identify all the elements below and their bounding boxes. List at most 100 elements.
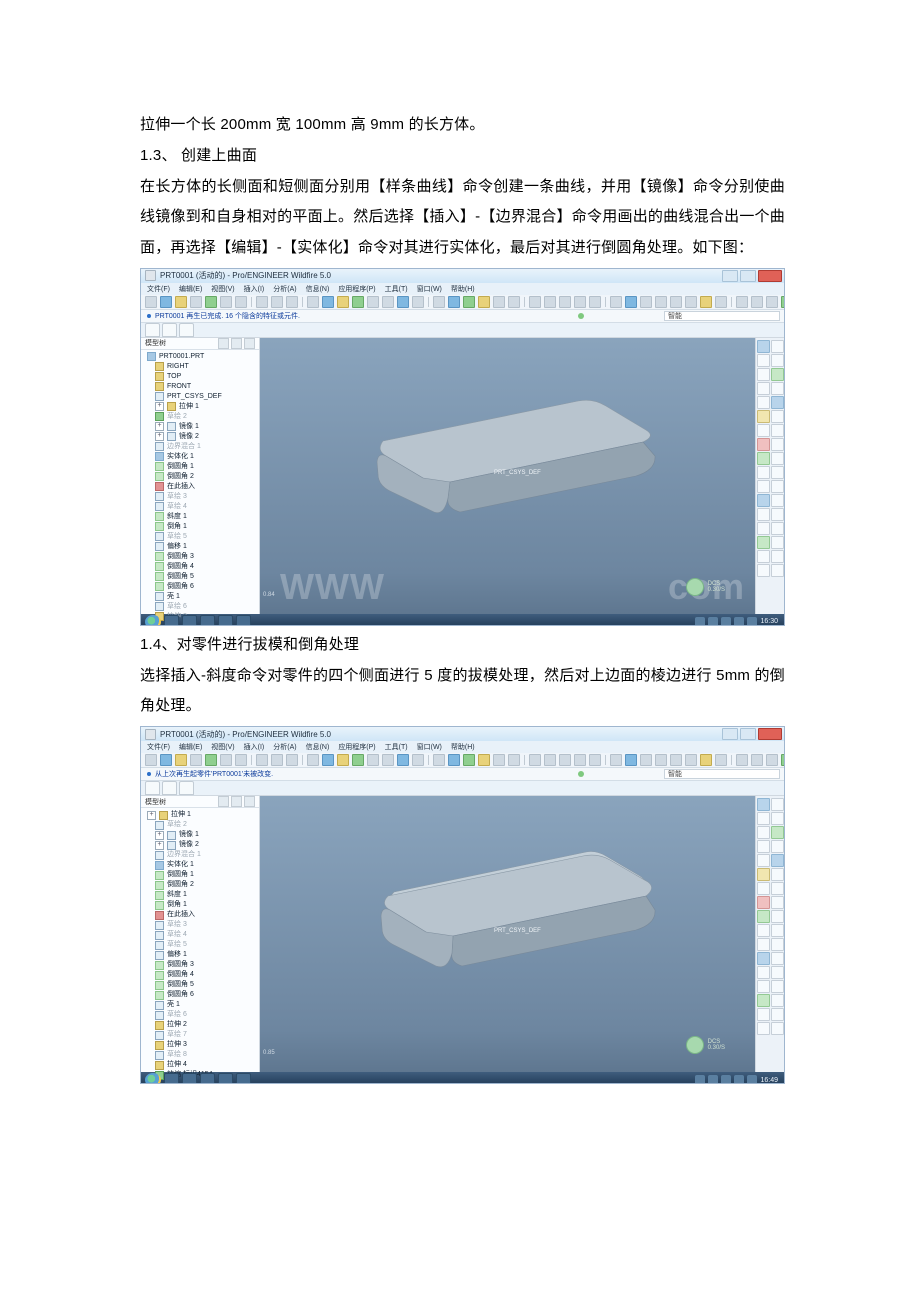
feature-tool-icon[interactable] [757, 354, 770, 367]
toolbar-icon[interactable] [235, 296, 247, 308]
tree-node[interactable]: TOP [147, 372, 257, 382]
tree-node[interactable]: 倒角 1 [147, 522, 257, 532]
expand-icon[interactable]: + [155, 432, 164, 441]
tree-node[interactable]: 实体化 1 [147, 452, 257, 462]
toolbar-icon[interactable] [337, 754, 349, 766]
panel-tab[interactable] [162, 781, 177, 795]
tree-node[interactable]: 倒圆角 3 [147, 552, 257, 562]
feature-tool-icon[interactable] [771, 354, 784, 367]
tree-node[interactable]: 在此插入 [147, 910, 257, 920]
tree-node[interactable]: 偏移 1 [147, 542, 257, 552]
tree-node[interactable]: 倒圆角 5 [147, 572, 257, 582]
panel-tab[interactable] [179, 781, 194, 795]
menu-item[interactable]: 分析(A) [273, 742, 296, 752]
toolbar-icon[interactable] [670, 296, 682, 308]
feature-tool-icon[interactable] [757, 396, 770, 409]
tree-node[interactable]: 倒圆角 4 [147, 970, 257, 980]
menu-item[interactable]: 工具(T) [385, 742, 408, 752]
toolbar-icon[interactable] [781, 754, 785, 766]
toolbar-icon[interactable] [670, 754, 682, 766]
toolbar-icon[interactable] [433, 296, 445, 308]
tree-header-icon[interactable] [231, 338, 242, 349]
menu-item[interactable]: 文件(F) [147, 742, 170, 752]
feature-tool-icon[interactable] [757, 480, 770, 493]
tree-header-icon[interactable] [218, 796, 229, 807]
menu-item[interactable]: 信息(N) [306, 284, 330, 294]
selection-filter-select[interactable]: 智能 [664, 311, 780, 321]
feature-tool-icon[interactable] [757, 798, 770, 811]
feature-tool-icon[interactable] [771, 340, 784, 353]
toolbar-icon[interactable] [367, 754, 379, 766]
tree-node[interactable]: +镜像 2 [147, 840, 257, 850]
expand-icon[interactable]: + [155, 402, 164, 411]
toolbar-icon[interactable] [433, 754, 445, 766]
toolbar-icon[interactable] [685, 754, 697, 766]
feature-tool-icon[interactable] [771, 424, 784, 437]
feature-tool-icon[interactable] [757, 980, 770, 993]
feature-tool-icon[interactable] [771, 550, 784, 563]
taskbar-item[interactable] [182, 615, 197, 626]
graphics-viewport[interactable]: PRT_CSYS_DEF0.84WWWcomDCS0.30/S [260, 338, 755, 614]
feature-tool-icon[interactable] [771, 410, 784, 423]
toolbar-icon[interactable] [145, 754, 157, 766]
close-button[interactable] [758, 270, 782, 282]
play-icon[interactable] [686, 578, 704, 596]
toolbar-icon[interactable] [655, 754, 667, 766]
tree-node[interactable]: 草绘 4 [147, 930, 257, 940]
feature-tool-icon[interactable] [757, 410, 770, 423]
toolbar-icon[interactable] [751, 754, 763, 766]
tree-node[interactable]: 拉伸 3 [147, 1040, 257, 1050]
start-button[interactable] [145, 1073, 161, 1084]
expand-icon[interactable]: + [155, 841, 164, 850]
tree-node[interactable]: FRONT [147, 382, 257, 392]
feature-tool-icon[interactable] [771, 952, 784, 965]
tray-icon[interactable] [708, 1075, 718, 1084]
toolbar-icon[interactable] [337, 296, 349, 308]
feature-tool-icon[interactable] [757, 424, 770, 437]
menu-item[interactable]: 信息(N) [306, 742, 330, 752]
feature-tool-icon[interactable] [771, 396, 784, 409]
toolbar-icon[interactable] [751, 296, 763, 308]
feature-tool-icon[interactable] [771, 1008, 784, 1021]
toolbar-icon[interactable] [589, 754, 601, 766]
tree-node[interactable]: 斜度 1 [147, 890, 257, 900]
toolbar-icon[interactable] [271, 296, 283, 308]
tray-icon[interactable] [734, 1075, 744, 1084]
toolbar-icon[interactable] [625, 296, 637, 308]
toolbar-icon[interactable] [220, 296, 232, 308]
menu-item[interactable]: 插入(I) [244, 742, 265, 752]
menu-item[interactable]: 帮助(H) [451, 284, 475, 294]
feature-tool-icon[interactable] [771, 868, 784, 881]
toolbar-icon[interactable] [322, 754, 334, 766]
feature-tool-icon[interactable] [757, 938, 770, 951]
toolbar-icon[interactable] [559, 754, 571, 766]
feature-tool-icon[interactable] [771, 924, 784, 937]
feature-tool-icon[interactable] [771, 438, 784, 451]
toolbar-icon[interactable] [145, 296, 157, 308]
tree-node[interactable]: 实体化 1 [147, 860, 257, 870]
start-button[interactable] [145, 615, 161, 626]
tree-node[interactable]: 在此插入 [147, 482, 257, 492]
feature-tool-icon[interactable] [757, 812, 770, 825]
feature-tool-icon[interactable] [771, 564, 784, 577]
feature-tool-icon[interactable] [757, 826, 770, 839]
tree-node[interactable]: +拉伸 1 [147, 810, 257, 820]
feature-tool-icon[interactable] [757, 508, 770, 521]
minimize-button[interactable] [722, 728, 738, 740]
feature-tool-icon[interactable] [771, 480, 784, 493]
toolbar-icon[interactable] [574, 754, 586, 766]
toolbar-icon[interactable] [529, 296, 541, 308]
toolbar-icon[interactable] [736, 296, 748, 308]
toolbar-icon[interactable] [463, 296, 475, 308]
menu-item[interactable]: 应用程序(P) [338, 284, 375, 294]
taskbar-item[interactable] [164, 1073, 179, 1084]
toolbar-icon[interactable] [448, 296, 460, 308]
feature-tool-icon[interactable] [757, 522, 770, 535]
feature-tool-icon[interactable] [757, 924, 770, 937]
toolbar-icon[interactable] [610, 754, 622, 766]
toolbar-icon[interactable] [625, 754, 637, 766]
toolbar-icon[interactable] [220, 754, 232, 766]
toolbar-icon[interactable] [781, 296, 785, 308]
feature-tool-icon[interactable] [771, 896, 784, 909]
panel-tab[interactable] [145, 323, 160, 337]
